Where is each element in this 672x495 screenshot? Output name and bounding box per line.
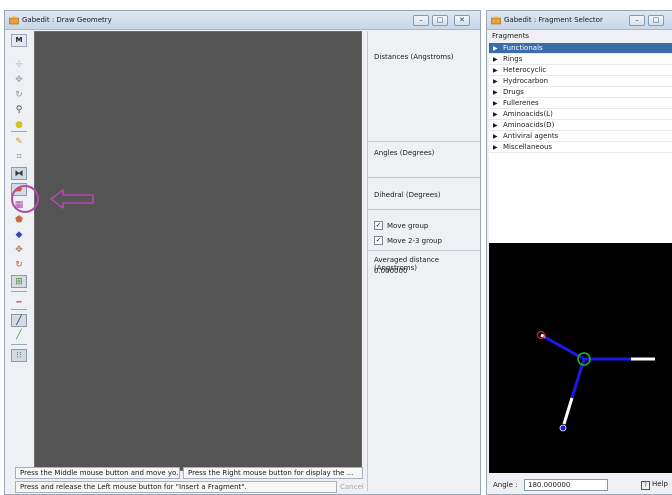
gabedit-app-icon	[9, 15, 19, 25]
fragment-item-label: Miscellaneous	[503, 143, 553, 151]
expander-icon[interactable]: ▶	[493, 55, 503, 65]
fragment-item[interactable]: ▶ Rings	[489, 54, 672, 65]
insert-fragment-highlight-ring	[11, 185, 39, 213]
fragment-item[interactable]: ▶ Aminoacids(L)	[489, 109, 672, 120]
fragment-preview[interactable]	[489, 243, 672, 473]
pencil-icon[interactable]: ✎	[11, 136, 27, 149]
drawing-canvas[interactable]	[34, 31, 362, 471]
fragment-item[interactable]: ▶ Aminoacids(D)	[489, 120, 672, 131]
fragment-item-label: Antiviral agents	[503, 132, 559, 140]
status-left-hint: Press and release the Left mouse button …	[15, 481, 337, 493]
draw-window-titlebar[interactable]: Gabedit : Draw Geometry – □ ✕	[5, 11, 480, 30]
divider	[368, 209, 480, 210]
fragment-item[interactable]: ▶ Heterocyclic	[489, 65, 672, 76]
toolbar-separator	[11, 131, 27, 132]
angle-input[interactable]: 180.000000	[524, 479, 608, 491]
fragment-item-label: Heterocyclic	[503, 66, 547, 74]
minimize-button[interactable]: –	[413, 15, 429, 26]
atom-edit-icon[interactable]: ⬟	[11, 214, 27, 227]
rotate-icon[interactable]: ✥	[11, 74, 27, 87]
divider	[368, 141, 480, 142]
angle-label: Angle :	[493, 481, 518, 489]
move-icon[interactable]: ✢	[11, 59, 27, 72]
angle-bar: Angle : 180.000000 ? Help	[489, 477, 672, 494]
expander-icon[interactable]: ▶	[493, 132, 503, 142]
fragment-item[interactable]: ▶ Fullerenes	[489, 98, 672, 109]
measure-icon[interactable]: ⌗	[11, 151, 27, 164]
gabedit-app-icon	[491, 15, 501, 25]
fragment-item[interactable]: ▶ Hydrocarbon	[489, 76, 672, 87]
expander-icon[interactable]: ▶	[493, 121, 503, 131]
cycle-icon[interactable]: ↻	[11, 259, 27, 272]
maximize-button[interactable]: □	[432, 15, 448, 26]
fragments-header: Fragments	[492, 32, 530, 40]
bond-color-icon[interactable]: ╱	[11, 329, 27, 342]
toolbar-separator	[11, 291, 27, 292]
rotate-z-icon[interactable]: ↻	[11, 89, 27, 102]
fragment-item[interactable]: ▶ Antiviral agents	[489, 131, 672, 142]
fragment-selector-window: Gabedit : Fragment Selector – □ Fragment…	[486, 10, 672, 495]
expander-icon[interactable]: ▶	[493, 44, 503, 54]
distances-label: Distances (Angstroms)	[374, 53, 454, 61]
move-23-group-label: Move 2-3 group	[387, 237, 442, 245]
bond-line-icon[interactable]: ╱	[11, 314, 27, 327]
measurements-panel: Distances (Angstroms) Angles (Degrees) D…	[367, 31, 480, 491]
pointer-arrow-icon	[50, 189, 94, 209]
divider	[368, 250, 480, 251]
help-button[interactable]: ? Help	[641, 480, 668, 490]
rotate-atom-icon[interactable]: ✥	[11, 244, 27, 257]
move-group-label: Move group	[387, 222, 429, 230]
atom-color-icon[interactable]: ◆	[11, 229, 27, 242]
fragment-item[interactable]: ▶ Miscellaneous	[489, 142, 672, 153]
maximize-button[interactable]: □	[648, 15, 664, 26]
expander-icon[interactable]: ▶	[493, 66, 503, 76]
fragment-item[interactable]: ▶ Functionals	[489, 43, 672, 54]
fragment-window-titlebar[interactable]: Gabedit : Fragment Selector – □	[487, 11, 672, 30]
expander-icon[interactable]: ▶	[493, 77, 503, 87]
fragment-tree[interactable]: ▶ Functionals ▶ Rings ▶ Heterocyclic ▶ Hydrocar…	[489, 43, 672, 243]
dihedral-label: Dihedral (Degrees)	[374, 191, 441, 199]
fragment-item-label: Fullerenes	[503, 99, 539, 107]
fragment-item-label: Drugs	[503, 88, 524, 96]
minimize-button[interactable]: –	[629, 15, 645, 26]
expander-icon[interactable]: ▶	[493, 99, 503, 109]
geometry-toolbar: M ✢ ✥ ↻ ⚲ ● ✎ ⌗ ⧓ ▰ ▦ ⬟ ◆ ✥ ↻ ⊞ ┅ ╱ ╱ ⁝⁝	[6, 31, 33, 471]
grid-icon[interactable]: ⁝⁝	[11, 349, 27, 362]
fragment-item-label: Functionals	[503, 44, 543, 52]
expander-icon[interactable]: ▶	[493, 88, 503, 98]
angles-label: Angles (Degrees)	[374, 149, 435, 157]
close-button[interactable]: ✕	[454, 15, 470, 26]
fragment-item-label: Rings	[503, 55, 523, 63]
expander-icon[interactable]: ▶	[493, 110, 503, 120]
divider	[368, 177, 480, 178]
draw-window-title: Gabedit : Draw Geometry	[22, 16, 112, 24]
zoom-icon[interactable]: ⚲	[11, 104, 27, 117]
help-label: Help	[652, 480, 668, 488]
status-middle-hint: Press the Middle mouse button and move y…	[15, 467, 180, 479]
fragment-window-title: Gabedit : Fragment Selector	[504, 16, 603, 24]
fragment-item-label: Aminoacids(D)	[503, 121, 555, 129]
fragment-item[interactable]: ▶ Drugs	[489, 87, 672, 98]
averaged-distance-value: 0.000000	[374, 267, 408, 275]
select-all-icon[interactable]: ⊞	[11, 275, 27, 288]
blue-atom	[559, 424, 567, 432]
menu-button[interactable]: M	[11, 34, 27, 47]
move-23-group-checkbox[interactable]: ✓	[374, 236, 383, 245]
help-icon: ?	[641, 481, 650, 490]
split-icon[interactable]: ⧓	[11, 167, 27, 180]
fragment-item-label: Hydrocarbon	[503, 77, 549, 85]
fragment-item-label: Aminoacids(L)	[503, 110, 553, 118]
status-right-hint: Press the Right mouse button for display…	[183, 467, 363, 479]
expander-icon[interactable]: ▶	[493, 143, 503, 153]
cancel-button[interactable]: Cancel	[340, 481, 364, 493]
toolbar-separator	[11, 344, 27, 345]
move-group-checkbox[interactable]: ✓	[374, 221, 383, 230]
draw-geometry-window: Gabedit : Draw Geometry – □ ✕ M ✢ ✥ ↻ ⚲ ● ✎ ⌗ ⧓…	[4, 10, 481, 495]
toolbar-separator	[11, 309, 27, 310]
